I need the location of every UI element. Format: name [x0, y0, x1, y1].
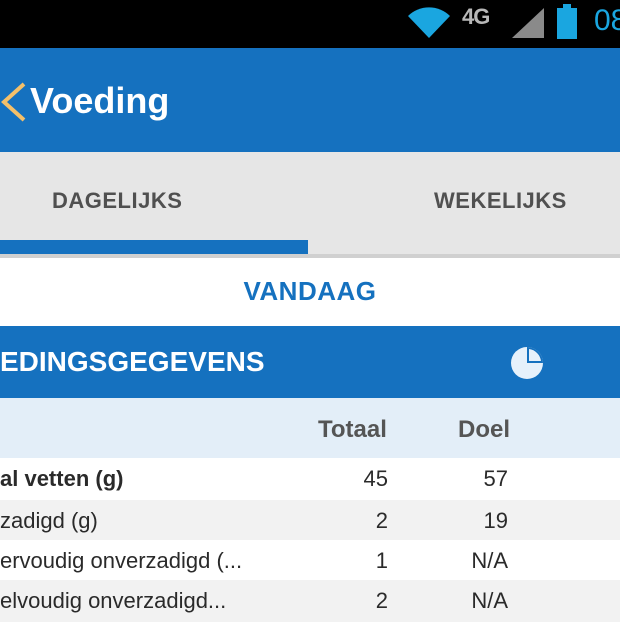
- tab-daily[interactable]: DAGELIJKS: [52, 188, 182, 214]
- nutrient-name: ervoudig onverzadigd (...: [0, 548, 243, 573]
- nutrient-total: 1: [375, 548, 388, 573]
- wifi-icon: [408, 7, 450, 38]
- nutrient-name: elvoudig onverzadigd...: [0, 588, 227, 613]
- nutrient-total: 2: [375, 588, 388, 613]
- pie-chart-icon[interactable]: [508, 344, 546, 382]
- tab-weekly[interactable]: WEKELIJKS: [434, 188, 567, 214]
- table-row[interactable]: ervoudig onverzadigd (... 1 N/A: [0, 540, 620, 582]
- section-header: EDINGSGEGEVENS: [0, 326, 620, 398]
- back-chevron-icon[interactable]: [0, 82, 26, 122]
- nutrient-goal: 57: [483, 466, 508, 491]
- column-total-header: Totaal: [318, 416, 387, 443]
- date-label[interactable]: VANDAAG: [243, 276, 376, 307]
- status-bar: 4G 08: [0, 0, 620, 48]
- nutrient-goal: N/A: [471, 588, 508, 613]
- table-header: Totaal Doel: [0, 398, 620, 458]
- table-row[interactable]: elvoudig onverzadigd... 2 N/A: [0, 580, 620, 622]
- table-row[interactable]: al vetten (g) 45 57: [0, 458, 620, 500]
- nutrient-name: zadigd (g): [0, 508, 98, 533]
- status-clock: 08: [594, 4, 620, 37]
- page-title: Voeding: [30, 80, 170, 121]
- signal-icon: [512, 8, 544, 38]
- tab-selected-indicator: [0, 240, 308, 254]
- column-goal-header: Doel: [458, 416, 511, 443]
- nutrient-goal: N/A: [471, 548, 508, 573]
- date-selector[interactable]: VANDAAG: [0, 258, 620, 326]
- network-type-label: 4G: [462, 4, 490, 29]
- nutrient-goal: 19: [483, 508, 508, 533]
- nutrient-total: 45: [363, 466, 388, 491]
- nutrient-total: 2: [375, 508, 388, 533]
- battery-icon: [557, 4, 577, 39]
- table-row[interactable]: zadigd (g) 2 19: [0, 500, 620, 542]
- nutrient-name: al vetten (g): [0, 466, 124, 491]
- action-bar: Voeding: [0, 48, 620, 152]
- section-title: EDINGSGEGEVENS: [0, 346, 265, 377]
